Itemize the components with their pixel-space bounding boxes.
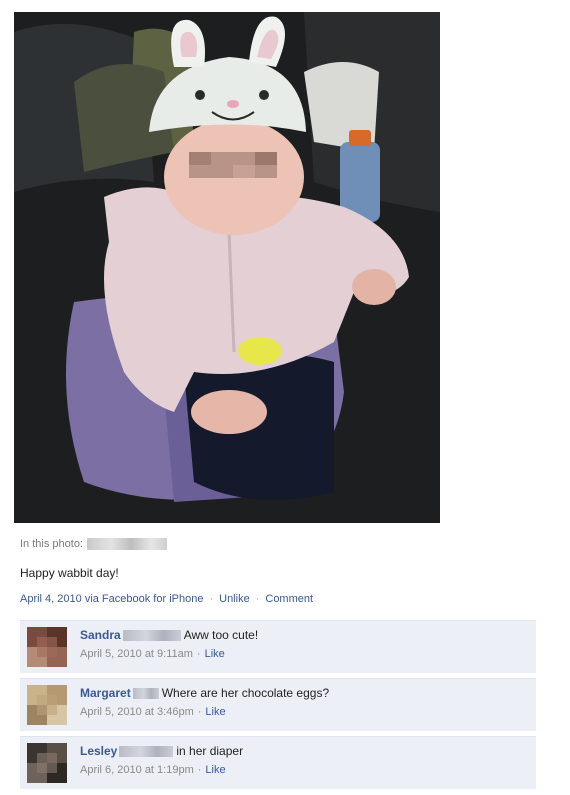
in-this-photo: In this photo: (20, 538, 167, 550)
comment-time[interactable]: April 5, 2010 at 9:11am (80, 648, 193, 660)
separator-dot-icon: · (255, 593, 260, 605)
post-date-link[interactable]: April 4, 2010 via Facebook for iPhone (20, 593, 203, 605)
avatar[interactable] (27, 627, 67, 667)
unlike-link[interactable]: Unlike (219, 593, 250, 605)
commenter-name[interactable]: Margaret (80, 686, 131, 700)
comment-text: Aww too cute! (183, 628, 259, 642)
redacted-surname (132, 687, 159, 699)
separator-dot-icon: · (196, 648, 201, 660)
commenter-name[interactable]: Sandra (80, 628, 121, 642)
separator-dot-icon: · (197, 706, 202, 718)
avatar[interactable] (27, 743, 67, 783)
comment-text: in her diaper (176, 744, 244, 758)
comment-time[interactable]: April 5, 2010 at 3:46pm (80, 706, 194, 718)
baby-photo-image (14, 12, 440, 523)
comment-item: Margaret Where are her chocolate eggs? A… (20, 678, 536, 731)
commenter-name[interactable]: Lesley (80, 744, 117, 758)
in-this-photo-label: In this photo: (20, 538, 83, 550)
comment-item: Sandra Aww too cute! April 5, 2010 at 9:… (20, 620, 536, 673)
comment-text: Where are her chocolate eggs? (161, 686, 330, 700)
comment-time[interactable]: April 6, 2010 at 1:19pm (80, 764, 194, 776)
redacted-tagged-name (87, 538, 167, 550)
avatar[interactable] (27, 685, 67, 725)
like-link[interactable]: Like (205, 764, 225, 776)
comment-item: Lesley in her diaper April 6, 2010 at 1:… (20, 736, 536, 789)
post-caption: Happy wabbit day! (20, 566, 119, 580)
like-link[interactable]: Like (205, 648, 225, 660)
post-meta: April 4, 2010 via Facebook for iPhone · Un… (20, 593, 313, 605)
separator-dot-icon: · (197, 764, 202, 776)
redacted-surname (119, 745, 174, 757)
like-link[interactable]: Like (205, 706, 225, 718)
redacted-surname (122, 629, 181, 641)
comment-link[interactable]: Comment (265, 593, 313, 605)
separator-dot-icon: · (209, 593, 214, 605)
post-photo[interactable] (14, 12, 440, 523)
